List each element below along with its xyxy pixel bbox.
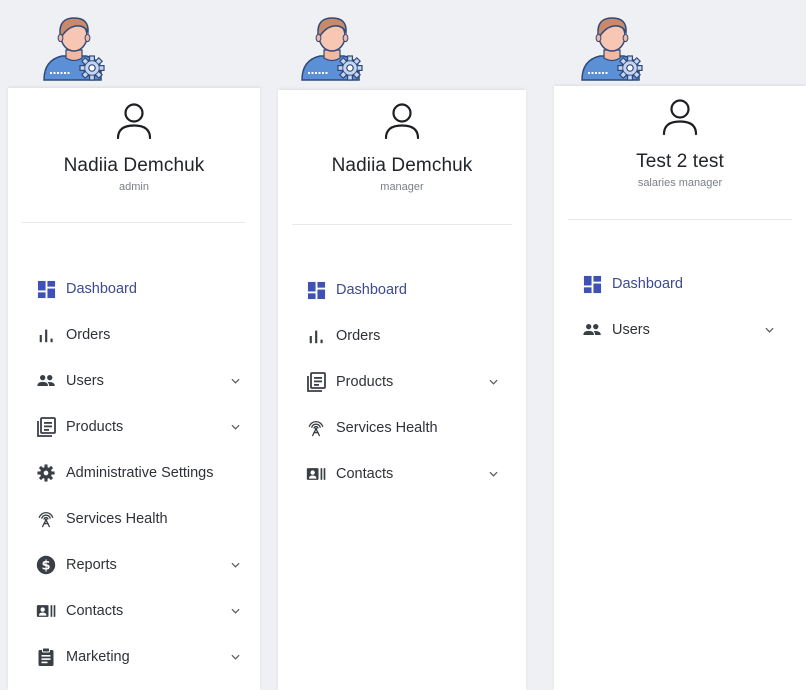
sidebar-item-label: Contacts xyxy=(336,466,394,482)
chevron-down-icon[interactable] xyxy=(230,560,240,570)
contacts-icon xyxy=(36,601,56,621)
sidebar-panel-2: Nadiia Demchuk manager Dashboard Orders P… xyxy=(278,90,526,690)
sidebar-item-label: Administrative Settings xyxy=(66,465,214,481)
sidebar-item-services-health[interactable]: Services Health xyxy=(278,405,526,451)
svg-text:$: $ xyxy=(41,559,50,574)
sidebar-item-products[interactable]: Products xyxy=(8,404,260,450)
chevron-down-icon[interactable] xyxy=(230,422,240,432)
sidebar-item-label: Orders xyxy=(336,328,381,344)
sidebar-menu: Dashboard Orders Users Products Administ… xyxy=(8,266,260,680)
sidebar-item-label: Marketing xyxy=(66,649,130,665)
sidebar-item-label: Dashboard xyxy=(66,281,137,297)
users-icon xyxy=(36,371,56,391)
sidebar-item-dashboard[interactable]: Dashboard xyxy=(554,261,806,307)
sidebar-item-dashboard[interactable]: Dashboard xyxy=(8,266,260,312)
profile-role: salaries manager xyxy=(637,177,723,189)
sidebar-item-label: Dashboard xyxy=(612,276,683,292)
chevron-down-icon[interactable] xyxy=(230,376,240,386)
sidebar-item-orders[interactable]: Orders xyxy=(278,313,526,359)
chevron-down-icon[interactable] xyxy=(764,325,774,335)
sidebar-item-users[interactable]: Users xyxy=(8,358,260,404)
screenshot-stage: Nadiia Demchuk admin Dashboard Orders Use… xyxy=(0,0,806,690)
sidebar-item-marketing[interactable]: Marketing xyxy=(8,634,260,680)
sidebar-item-contacts[interactable]: Contacts xyxy=(8,588,260,634)
sidebar-item-users[interactable]: Users xyxy=(554,307,806,353)
products-icon xyxy=(36,417,56,437)
admin-avatar-logo xyxy=(576,10,648,82)
sidebar-item-label: Orders xyxy=(66,327,111,343)
user-profile: Nadiia Demchuk admin xyxy=(8,100,260,193)
profile-role: admin xyxy=(119,181,149,193)
profile-name: Test 2 test xyxy=(636,151,724,172)
sidebar-item-label: Users xyxy=(612,322,650,338)
contacts-icon xyxy=(306,464,326,484)
sidebar-menu: Dashboard Orders Products Services Healt… xyxy=(278,267,526,497)
profile-divider xyxy=(292,224,512,225)
sidebar-item-orders[interactable]: Orders xyxy=(8,312,260,358)
profile-role: manager xyxy=(380,181,424,193)
sidebar-item-label: Services Health xyxy=(336,420,438,436)
sidebar-menu: Dashboard Users xyxy=(554,261,806,353)
profile-name: Nadiia Demchuk xyxy=(63,155,205,176)
admin-avatar-logo xyxy=(38,10,110,82)
sidebar-item-administrative-settings[interactable]: Administrative Settings xyxy=(8,450,260,496)
gear-icon xyxy=(36,463,56,483)
products-icon xyxy=(306,372,326,392)
sidebar-item-label: Contacts xyxy=(66,603,124,619)
dashboard-icon xyxy=(306,280,326,300)
user-profile: Nadiia Demchuk manager xyxy=(278,100,526,193)
user-outline-icon xyxy=(382,100,422,145)
admin-avatar-logo xyxy=(296,10,368,82)
sidebar-panel-3: Test 2 test salaries manager Dashboard Us… xyxy=(554,86,806,690)
dashboard-icon xyxy=(36,279,56,299)
document-icon xyxy=(36,647,56,667)
sidebar-item-products[interactable]: Products xyxy=(278,359,526,405)
sidebar-item-dashboard[interactable]: Dashboard xyxy=(278,267,526,313)
user-profile: Test 2 test salaries manager xyxy=(554,96,806,189)
antenna-icon xyxy=(36,509,56,529)
antenna-icon xyxy=(306,418,326,438)
user-outline-icon xyxy=(114,100,154,145)
sidebar-item-label: Users xyxy=(66,373,104,389)
sidebar-item-label: Products xyxy=(66,419,124,435)
chevron-down-icon[interactable] xyxy=(230,606,240,616)
dashboard-icon xyxy=(582,274,602,294)
chevron-down-icon[interactable] xyxy=(488,377,498,387)
sidebar-item-label: Dashboard xyxy=(336,282,407,298)
sidebar-item-label: Services Health xyxy=(66,511,168,527)
chevron-down-icon[interactable] xyxy=(488,469,498,479)
user-outline-icon xyxy=(660,96,700,141)
sidebar-item-label: Products xyxy=(336,374,394,390)
profile-divider xyxy=(568,219,792,220)
users-icon xyxy=(582,320,602,340)
bar-chart-icon xyxy=(36,325,56,345)
bar-chart-icon xyxy=(306,326,326,346)
profile-divider xyxy=(22,222,246,223)
sidebar-panel-1: Nadiia Demchuk admin Dashboard Orders Use… xyxy=(8,88,260,690)
sidebar-item-services-health[interactable]: Services Health xyxy=(8,496,260,542)
sidebar-item-contacts[interactable]: Contacts xyxy=(278,451,526,497)
chevron-down-icon[interactable] xyxy=(230,652,240,662)
dollar-icon: $ xyxy=(36,555,56,575)
profile-name: Nadiia Demchuk xyxy=(331,155,473,176)
sidebar-item-label: Reports xyxy=(66,557,117,573)
sidebar-item-reports[interactable]: $ Reports xyxy=(8,542,260,588)
